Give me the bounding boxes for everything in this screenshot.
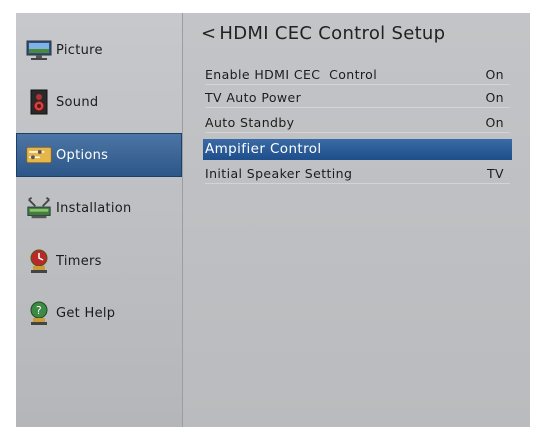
menu-row-auto-standby[interactable]: Auto Standby On — [205, 112, 510, 133]
sidebar-item-installation[interactable]: Installation — [16, 187, 182, 229]
row-label: TV Auto Power — [205, 89, 302, 105]
menu-row-initial-speaker-setting[interactable]: Initial Speaker Setting TV — [205, 163, 510, 184]
svg-text:?: ? — [36, 304, 42, 317]
row-value: On — [485, 66, 504, 82]
row-value: On — [485, 89, 504, 105]
page-title-text: HDMI CEC Control Setup — [219, 23, 446, 44]
sidebar-item-options[interactable]: Options — [16, 133, 182, 177]
row-label: Initial Speaker Setting — [205, 165, 353, 181]
page-title: < HDMI CEC Control Setup — [201, 23, 445, 44]
timers-icon — [26, 248, 52, 274]
menu-row-amplifier-control[interactable]: Ampifier Control — [203, 139, 512, 160]
installation-icon — [26, 195, 52, 221]
picture-icon — [26, 37, 52, 63]
sidebar-item-label: Timers — [56, 253, 102, 269]
sidebar-item-get-help[interactable]: ? Get Help — [16, 292, 182, 334]
tv-menu-frame: Picture Sound Options Installation Timer… — [16, 13, 530, 427]
row-label: Enable HDMI CEC Control — [205, 66, 378, 82]
menu-row-tv-auto-power[interactable]: TV Auto Power On — [205, 87, 510, 108]
sidebar-item-label: Sound — [56, 94, 99, 110]
sidebar-item-picture[interactable]: Picture — [16, 29, 182, 71]
sidebar-item-sound[interactable]: Sound — [16, 81, 182, 123]
row-value: On — [485, 114, 504, 130]
row-value: TV — [487, 165, 504, 181]
sidebar-item-label: Installation — [56, 200, 132, 216]
options-icon — [26, 142, 52, 168]
get-help-icon: ? — [26, 300, 52, 326]
sidebar-item-label: Get Help — [56, 305, 116, 321]
back-chevron-icon[interactable]: < — [201, 23, 216, 44]
sidebar-item-timers[interactable]: Timers — [16, 240, 182, 282]
sidebar: Picture Sound Options Installation Timer… — [16, 13, 183, 427]
main-panel: < HDMI CEC Control Setup Enable HDMI CEC … — [183, 13, 530, 427]
sidebar-item-label: Options — [56, 147, 109, 163]
menu-row-enable-hdmi-cec[interactable]: Enable HDMI CEC Control On — [205, 64, 510, 85]
row-label: Ampifier Control — [205, 141, 322, 157]
sound-icon — [26, 89, 52, 115]
row-label: Auto Standby — [205, 114, 295, 130]
sidebar-item-label: Picture — [56, 42, 103, 58]
